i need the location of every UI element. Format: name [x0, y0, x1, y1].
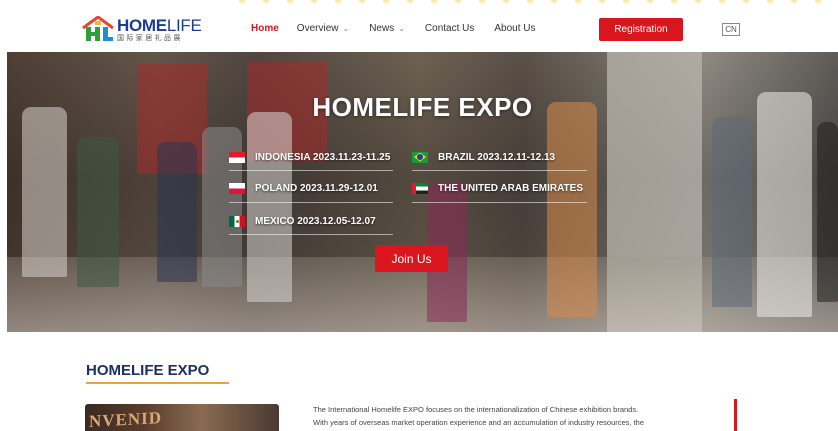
hero-banner: HOMELIFE EXPO INDONESIA 2023.11.23-11.25… — [7, 52, 838, 332]
house-logo-icon — [82, 15, 114, 42]
indonesia-flag-icon — [229, 151, 245, 163]
section-title: HOMELIFE EXPO — [86, 362, 210, 379]
expo-photo: NVENID — [85, 404, 279, 431]
nav-about-us[interactable]: About Us — [494, 23, 535, 34]
chevron-down-icon: ⌄ — [398, 24, 405, 33]
divider — [412, 170, 587, 171]
nav-overview[interactable]: Overview ⌄ — [297, 23, 349, 34]
join-us-button[interactable]: Join Us — [375, 245, 448, 272]
homelife-logo[interactable]: HOMELIFE 国际家居礼品展 — [82, 15, 202, 42]
country-item[interactable]: INDONESIA 2023.11.23-11.25 — [229, 148, 390, 166]
registration-button[interactable]: Registration — [599, 18, 683, 41]
logo-wordmark: HOMELIFE — [117, 15, 202, 35]
about-description: The International Homelife EXPO focuses … — [313, 403, 733, 429]
main-nav: Home Overview ⌄ News ⌄ Contact Us About Us — [251, 23, 556, 34]
accent-bar — [734, 399, 737, 431]
country-item[interactable]: MEXICO 2023.12.05-12.07 — [229, 212, 376, 230]
divider — [229, 202, 393, 203]
nav-contact-us[interactable]: Contact Us — [425, 23, 474, 34]
about-line: With years of overseas market operation … — [313, 418, 645, 427]
nav-home[interactable]: Home — [251, 23, 279, 34]
uae-flag-icon — [412, 182, 428, 194]
language-switch-cn[interactable]: CN — [722, 23, 740, 36]
country-item[interactable]: THE UNITED ARAB EMIRATES — [412, 179, 583, 197]
divider — [229, 234, 393, 235]
logo-tagline: 国际家居礼品展 — [117, 34, 183, 42]
expo-photo-sign: NVENID — [89, 408, 163, 431]
brazil-flag-icon — [412, 151, 428, 163]
poland-flag-icon — [229, 182, 245, 194]
divider — [412, 202, 587, 203]
divider — [229, 170, 393, 171]
hero-title: HOMELIFE EXPO — [312, 92, 533, 122]
mexico-flag-icon — [229, 215, 245, 227]
nav-news[interactable]: News ⌄ — [369, 23, 405, 34]
about-line: The International Homelife EXPO focuses … — [313, 405, 639, 414]
site-header: HOMELIFE 国际家居礼品展 Home Overview ⌄ News ⌄ Co… — [0, 0, 838, 56]
country-item[interactable]: BRAZIL 2023.12.11-12.13 — [412, 148, 555, 166]
decorative-dots — [230, 0, 838, 8]
country-item[interactable]: POLAND 2023.11.29-12.01 — [229, 179, 378, 197]
chevron-down-icon: ⌄ — [342, 24, 350, 33]
section-underline — [86, 382, 229, 384]
